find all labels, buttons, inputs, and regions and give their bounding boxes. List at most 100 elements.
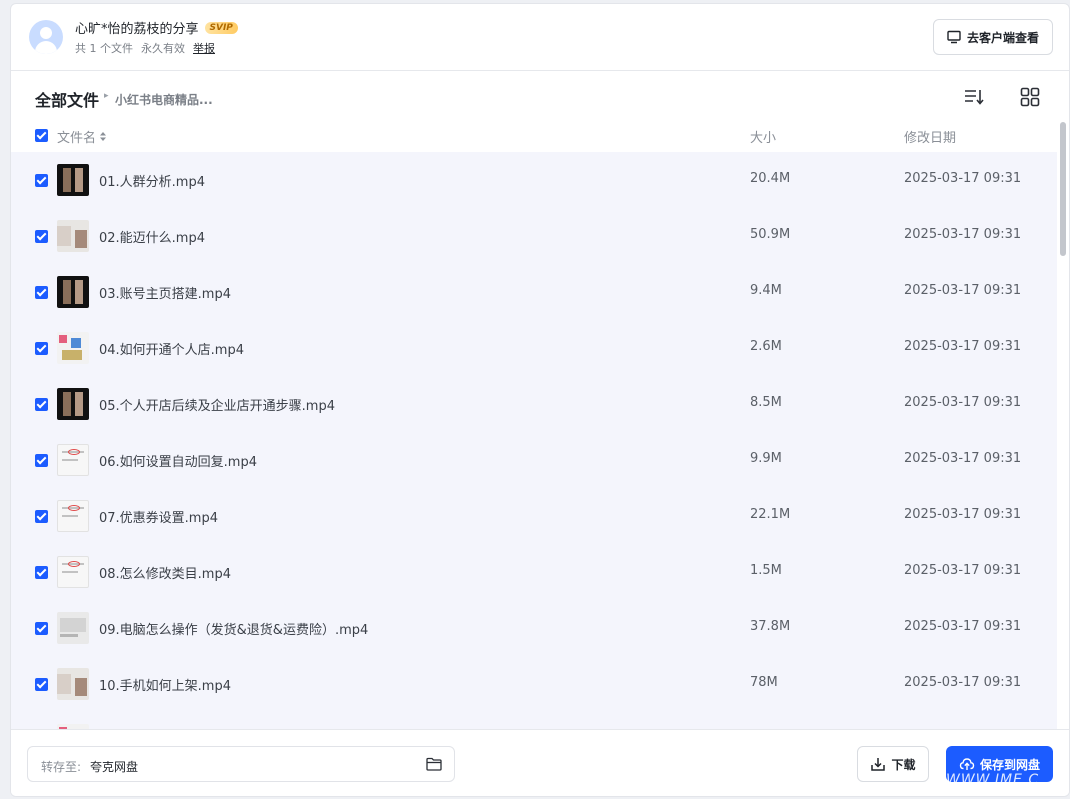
file-size: 9.9M — [750, 451, 782, 466]
save-destination-label: 转存至: — [41, 760, 82, 774]
monitor-icon — [947, 30, 961, 44]
sort-toggle-icon — [100, 132, 107, 141]
file-name[interactable]: 06.如何设置自动回复.mp4 — [99, 451, 257, 470]
file-checkbox[interactable] — [35, 342, 48, 355]
breadcrumb: 全部文件 ▸ 小红书电商精品... — [11, 72, 1069, 120]
file-date: 2025-03-17 09:31 — [904, 339, 1022, 354]
file-row[interactable]: 02.能迈什么.mp4 50.9M 2025-03-17 09:31 — [11, 208, 1057, 264]
file-checkbox[interactable] — [35, 510, 48, 523]
share-meta: 共 1 个文件 永久有效 举报 — [75, 40, 215, 56]
video-thumbnail — [57, 556, 89, 588]
file-name[interactable]: 08.怎么修改类目.mp4 — [99, 563, 231, 582]
file-row[interactable]: 06.如何设置自动回复.mp4 9.9M 2025-03-17 09:31 — [11, 432, 1057, 488]
save-destination-value: 夸克网盘 — [90, 760, 139, 774]
file-name[interactable]: 10.手机如何上架.mp4 — [99, 675, 231, 694]
video-thumbnail — [57, 332, 89, 364]
file-checkbox[interactable] — [35, 174, 48, 187]
file-name[interactable]: 09.电脑怎么操作（发货&退货&运费险）.mp4 — [99, 619, 368, 638]
avatar — [29, 20, 63, 54]
sort-icon[interactable] — [963, 86, 985, 108]
file-row[interactable]: 05.个人开店后续及企业店开通步骤.mp4 8.5M 2025-03-17 09:3… — [11, 376, 1057, 432]
video-thumbnail — [57, 444, 89, 476]
file-size: 1.5M — [750, 563, 782, 578]
file-name[interactable]: 04.如何开通个人店.mp4 — [99, 339, 244, 358]
file-date: 2025-03-17 09:31 — [904, 675, 1022, 690]
file-size: 22.1M — [750, 507, 791, 522]
video-thumbnail — [57, 668, 89, 700]
breadcrumb-root[interactable]: 全部文件 — [35, 87, 99, 111]
video-thumbnail — [57, 220, 89, 252]
footer-bar: 转存至: 夸克网盘 下载 保存到网盘 — [11, 729, 1069, 796]
file-date: 2025-03-17 09:31 — [904, 451, 1022, 466]
column-name[interactable]: 文件名 — [57, 127, 107, 146]
file-row[interactable]: 07.优惠券设置.mp4 22.1M 2025-03-17 09:31 — [11, 488, 1057, 544]
file-checkbox[interactable] — [35, 454, 48, 467]
file-date: 2025-03-17 09:31 — [904, 619, 1022, 634]
file-checkbox[interactable] — [35, 398, 48, 411]
open-client-label: 去客户端查看 — [966, 30, 1039, 45]
file-row[interactable]: 09.电脑怎么操作（发货&退货&运费险）.mp4 37.8M 2025-03-17 … — [11, 600, 1057, 656]
breadcrumb-current[interactable]: 小红书电商精品... — [115, 91, 213, 108]
share-header: 心旷*怡的荔枝的分享 SVIP 共 1 个文件 永久有效 举报 去客户端查看 — [11, 4, 1069, 71]
video-thumbnail — [57, 612, 89, 644]
open-client-button[interactable]: 去客户端查看 — [933, 19, 1053, 55]
file-row[interactable]: 01.人群分析.mp4 20.4M 2025-03-17 09:31 — [11, 152, 1057, 208]
file-name[interactable]: 03.账号主页搭建.mp4 — [99, 283, 231, 302]
column-size[interactable]: 大小 — [750, 127, 776, 146]
download-label: 下载 — [891, 757, 916, 772]
file-checkbox[interactable] — [35, 622, 48, 635]
file-size: 20.4M — [750, 171, 791, 186]
file-row[interactable]: 04.如何开通个人店.mp4 2.6M 2025-03-17 09:31 — [11, 320, 1057, 376]
file-date: 2025-03-17 09:31 — [904, 227, 1022, 242]
file-row[interactable] — [11, 712, 1057, 729]
file-date: 2025-03-17 09:31 — [904, 171, 1022, 186]
file-name[interactable]: 07.优惠券设置.mp4 — [99, 507, 218, 526]
sharer-name: 心旷*怡的荔枝的分享 — [75, 22, 199, 37]
file-date: 2025-03-17 09:31 — [904, 507, 1022, 522]
video-thumbnail — [57, 388, 89, 420]
file-checkbox[interactable] — [35, 566, 48, 579]
save-to-drive-label: 保存到网盘 — [979, 757, 1040, 772]
save-destination-selector[interactable]: 转存至: 夸克网盘 — [27, 746, 455, 782]
file-row[interactable]: 08.怎么修改类目.mp4 1.5M 2025-03-17 09:31 — [11, 544, 1057, 600]
folder-icon[interactable] — [426, 757, 442, 771]
video-thumbnail — [57, 164, 89, 196]
file-date: 2025-03-17 09:31 — [904, 563, 1022, 578]
scrollbar-thumb[interactable] — [1060, 122, 1066, 256]
file-size: 8.5M — [750, 395, 782, 410]
column-name-label: 文件名 — [57, 131, 97, 146]
video-thumbnail — [57, 276, 89, 308]
file-row[interactable]: 03.账号主页搭建.mp4 9.4M 2025-03-17 09:31 — [11, 264, 1057, 320]
file-row[interactable]: 10.手机如何上架.mp4 78M 2025-03-17 09:31 — [11, 656, 1057, 712]
svip-badge: SVIP — [204, 21, 238, 34]
grid-view-icon[interactable] — [1019, 86, 1041, 108]
column-date[interactable]: 修改日期 — [904, 127, 956, 146]
file-name[interactable]: 01.人群分析.mp4 — [99, 171, 205, 190]
file-size: 9.4M — [750, 283, 782, 298]
download-button[interactable]: 下载 — [857, 746, 929, 782]
cloud-upload-icon — [959, 758, 975, 770]
table-header: 文件名 大小 修改日期 — [11, 120, 1057, 152]
file-size: 78M — [750, 675, 778, 690]
file-checkbox[interactable] — [35, 230, 48, 243]
file-size: 37.8M — [750, 619, 791, 634]
file-checkbox[interactable] — [35, 286, 48, 299]
file-date: 2025-03-17 09:31 — [904, 395, 1022, 410]
report-link[interactable]: 举报 — [193, 40, 215, 56]
share-page: 心旷*怡的荔枝的分享 SVIP 共 1 个文件 永久有效 举报 去客户端查看 全… — [10, 3, 1070, 797]
sharer-info: 心旷*怡的荔枝的分享 SVIP — [75, 18, 238, 37]
file-count: 共 1 个文件 — [75, 42, 133, 55]
file-date: 2025-03-17 09:31 — [904, 283, 1022, 298]
validity: 永久有效 — [141, 42, 185, 55]
video-thumbnail — [57, 500, 89, 532]
file-checkbox[interactable] — [35, 678, 48, 691]
file-size: 2.6M — [750, 339, 782, 354]
file-size: 50.9M — [750, 227, 791, 242]
file-list: 01.人群分析.mp4 20.4M 2025-03-17 09:31 02.能迈什么.… — [11, 152, 1057, 729]
select-all-checkbox[interactable] — [35, 129, 48, 142]
file-name[interactable]: 05.个人开店后续及企业店开通步骤.mp4 — [99, 395, 335, 414]
breadcrumb-separator-icon: ▸ — [104, 91, 109, 101]
file-name[interactable]: 02.能迈什么.mp4 — [99, 227, 205, 246]
watermark: WWW.IME.C — [946, 772, 1040, 788]
download-icon — [871, 758, 886, 771]
